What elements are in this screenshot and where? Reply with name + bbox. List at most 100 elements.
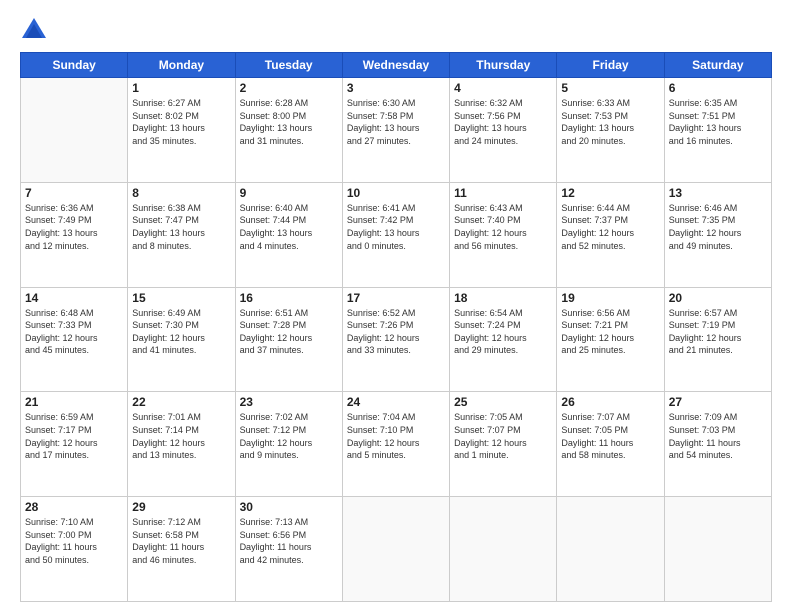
day-number: 25 bbox=[454, 395, 552, 409]
day-number: 1 bbox=[132, 81, 230, 95]
day-cell: 5 Sunrise: 6:33 AM Sunset: 7:53 PM Daylig… bbox=[557, 78, 664, 183]
day-number: 20 bbox=[669, 291, 767, 305]
day-number: 22 bbox=[132, 395, 230, 409]
day-info: Sunrise: 6:27 AM Sunset: 8:02 PM Dayligh… bbox=[132, 97, 230, 147]
day-number: 17 bbox=[347, 291, 445, 305]
day-number: 21 bbox=[25, 395, 123, 409]
day-cell: 15 Sunrise: 6:49 AM Sunset: 7:30 PM Dayli… bbox=[128, 287, 235, 392]
day-info: Sunrise: 6:44 AM Sunset: 7:37 PM Dayligh… bbox=[561, 202, 659, 252]
day-info: Sunrise: 6:49 AM Sunset: 7:30 PM Dayligh… bbox=[132, 307, 230, 357]
weekday-header-saturday: Saturday bbox=[664, 53, 771, 78]
day-info: Sunrise: 7:12 AM Sunset: 6:58 PM Dayligh… bbox=[132, 516, 230, 566]
day-cell: 25 Sunrise: 7:05 AM Sunset: 7:07 PM Dayli… bbox=[450, 392, 557, 497]
day-cell: 22 Sunrise: 7:01 AM Sunset: 7:14 PM Dayli… bbox=[128, 392, 235, 497]
day-number: 13 bbox=[669, 186, 767, 200]
day-cell: 30 Sunrise: 7:13 AM Sunset: 6:56 PM Dayli… bbox=[235, 497, 342, 602]
day-info: Sunrise: 6:59 AM Sunset: 7:17 PM Dayligh… bbox=[25, 411, 123, 461]
day-cell: 27 Sunrise: 7:09 AM Sunset: 7:03 PM Dayli… bbox=[664, 392, 771, 497]
day-info: Sunrise: 6:41 AM Sunset: 7:42 PM Dayligh… bbox=[347, 202, 445, 252]
day-number: 30 bbox=[240, 500, 338, 514]
week-row-1: 7 Sunrise: 6:36 AM Sunset: 7:49 PM Daylig… bbox=[21, 182, 772, 287]
day-number: 23 bbox=[240, 395, 338, 409]
day-cell: 21 Sunrise: 6:59 AM Sunset: 7:17 PM Dayli… bbox=[21, 392, 128, 497]
day-info: Sunrise: 7:02 AM Sunset: 7:12 PM Dayligh… bbox=[240, 411, 338, 461]
weekday-header-tuesday: Tuesday bbox=[235, 53, 342, 78]
day-info: Sunrise: 6:35 AM Sunset: 7:51 PM Dayligh… bbox=[669, 97, 767, 147]
day-number: 4 bbox=[454, 81, 552, 95]
day-info: Sunrise: 7:05 AM Sunset: 7:07 PM Dayligh… bbox=[454, 411, 552, 461]
day-info: Sunrise: 6:51 AM Sunset: 7:28 PM Dayligh… bbox=[240, 307, 338, 357]
day-number: 8 bbox=[132, 186, 230, 200]
day-info: Sunrise: 6:56 AM Sunset: 7:21 PM Dayligh… bbox=[561, 307, 659, 357]
day-cell: 12 Sunrise: 6:44 AM Sunset: 7:37 PM Dayli… bbox=[557, 182, 664, 287]
day-number: 3 bbox=[347, 81, 445, 95]
day-info: Sunrise: 6:57 AM Sunset: 7:19 PM Dayligh… bbox=[669, 307, 767, 357]
day-cell: 11 Sunrise: 6:43 AM Sunset: 7:40 PM Dayli… bbox=[450, 182, 557, 287]
day-info: Sunrise: 6:40 AM Sunset: 7:44 PM Dayligh… bbox=[240, 202, 338, 252]
day-info: Sunrise: 7:01 AM Sunset: 7:14 PM Dayligh… bbox=[132, 411, 230, 461]
day-cell bbox=[450, 497, 557, 602]
day-cell: 16 Sunrise: 6:51 AM Sunset: 7:28 PM Dayli… bbox=[235, 287, 342, 392]
day-info: Sunrise: 7:04 AM Sunset: 7:10 PM Dayligh… bbox=[347, 411, 445, 461]
weekday-header-sunday: Sunday bbox=[21, 53, 128, 78]
day-cell: 17 Sunrise: 6:52 AM Sunset: 7:26 PM Dayli… bbox=[342, 287, 449, 392]
day-cell: 29Sunrise: 7:12 AM Sunset: 6:58 PM Dayli… bbox=[128, 497, 235, 602]
day-cell: 8Sunrise: 6:38 AM Sunset: 7:47 PM Daylig… bbox=[128, 182, 235, 287]
day-number: 7 bbox=[25, 186, 123, 200]
day-cell bbox=[664, 497, 771, 602]
day-number: 12 bbox=[561, 186, 659, 200]
week-row-3: 21 Sunrise: 6:59 AM Sunset: 7:17 PM Dayli… bbox=[21, 392, 772, 497]
day-cell: 19 Sunrise: 6:56 AM Sunset: 7:21 PM Dayli… bbox=[557, 287, 664, 392]
day-cell: 9 Sunrise: 6:40 AM Sunset: 7:44 PM Daylig… bbox=[235, 182, 342, 287]
day-cell bbox=[21, 78, 128, 183]
day-cell: 28 Sunrise: 7:10 AM Sunset: 7:00 PM Dayli… bbox=[21, 497, 128, 602]
day-number: 6 bbox=[669, 81, 767, 95]
day-info: Sunrise: 6:46 AM Sunset: 7:35 PM Dayligh… bbox=[669, 202, 767, 252]
day-info: Sunrise: 6:43 AM Sunset: 7:40 PM Dayligh… bbox=[454, 202, 552, 252]
day-cell: 10 Sunrise: 6:41 AM Sunset: 7:42 PM Dayli… bbox=[342, 182, 449, 287]
day-number: 9 bbox=[240, 186, 338, 200]
day-number: 14 bbox=[25, 291, 123, 305]
logo bbox=[20, 16, 52, 44]
day-number: 24 bbox=[347, 395, 445, 409]
week-row-4: 28 Sunrise: 7:10 AM Sunset: 7:00 PM Dayli… bbox=[21, 497, 772, 602]
day-number: 16 bbox=[240, 291, 338, 305]
day-info: Sunrise: 6:48 AM Sunset: 7:33 PM Dayligh… bbox=[25, 307, 123, 357]
day-number: 28 bbox=[25, 500, 123, 514]
day-number: 11 bbox=[454, 186, 552, 200]
day-info: Sunrise: 7:09 AM Sunset: 7:03 PM Dayligh… bbox=[669, 411, 767, 461]
day-number: 27 bbox=[669, 395, 767, 409]
day-info: Sunrise: 6:52 AM Sunset: 7:26 PM Dayligh… bbox=[347, 307, 445, 357]
day-info: Sunrise: 6:33 AM Sunset: 7:53 PM Dayligh… bbox=[561, 97, 659, 147]
day-cell: 24 Sunrise: 7:04 AM Sunset: 7:10 PM Dayli… bbox=[342, 392, 449, 497]
day-cell bbox=[342, 497, 449, 602]
day-cell: 18 Sunrise: 6:54 AM Sunset: 7:24 PM Dayli… bbox=[450, 287, 557, 392]
day-cell: 4 Sunrise: 6:32 AM Sunset: 7:56 PM Daylig… bbox=[450, 78, 557, 183]
day-info: Sunrise: 7:07 AM Sunset: 7:05 PM Dayligh… bbox=[561, 411, 659, 461]
day-cell: 20 Sunrise: 6:57 AM Sunset: 7:19 PM Dayli… bbox=[664, 287, 771, 392]
day-cell: 23 Sunrise: 7:02 AM Sunset: 7:12 PM Dayli… bbox=[235, 392, 342, 497]
day-number: 18 bbox=[454, 291, 552, 305]
day-cell bbox=[557, 497, 664, 602]
day-info: Sunrise: 6:32 AM Sunset: 7:56 PM Dayligh… bbox=[454, 97, 552, 147]
day-info: Sunrise: 7:13 AM Sunset: 6:56 PM Dayligh… bbox=[240, 516, 338, 566]
day-number: 2 bbox=[240, 81, 338, 95]
day-cell: 2 Sunrise: 6:28 AM Sunset: 8:00 PM Daylig… bbox=[235, 78, 342, 183]
day-info: Sunrise: 6:36 AM Sunset: 7:49 PM Dayligh… bbox=[25, 202, 123, 252]
weekday-header-friday: Friday bbox=[557, 53, 664, 78]
day-number: 5 bbox=[561, 81, 659, 95]
day-info: Sunrise: 6:28 AM Sunset: 8:00 PM Dayligh… bbox=[240, 97, 338, 147]
weekday-header-wednesday: Wednesday bbox=[342, 53, 449, 78]
weekday-header-monday: Monday bbox=[128, 53, 235, 78]
day-info: Sunrise: 7:10 AM Sunset: 7:00 PM Dayligh… bbox=[25, 516, 123, 566]
day-number: 10 bbox=[347, 186, 445, 200]
week-row-0: 1 Sunrise: 6:27 AM Sunset: 8:02 PM Daylig… bbox=[21, 78, 772, 183]
day-number: 19 bbox=[561, 291, 659, 305]
day-cell: 1 Sunrise: 6:27 AM Sunset: 8:02 PM Daylig… bbox=[128, 78, 235, 183]
weekday-header-thursday: Thursday bbox=[450, 53, 557, 78]
day-info: Sunrise: 6:54 AM Sunset: 7:24 PM Dayligh… bbox=[454, 307, 552, 357]
week-row-2: 14 Sunrise: 6:48 AM Sunset: 7:33 PM Dayli… bbox=[21, 287, 772, 392]
day-cell: 14 Sunrise: 6:48 AM Sunset: 7:33 PM Dayli… bbox=[21, 287, 128, 392]
calendar-table: SundayMondayTuesdayWednesdayThursdayFrid… bbox=[20, 52, 772, 602]
day-number: 15 bbox=[132, 291, 230, 305]
